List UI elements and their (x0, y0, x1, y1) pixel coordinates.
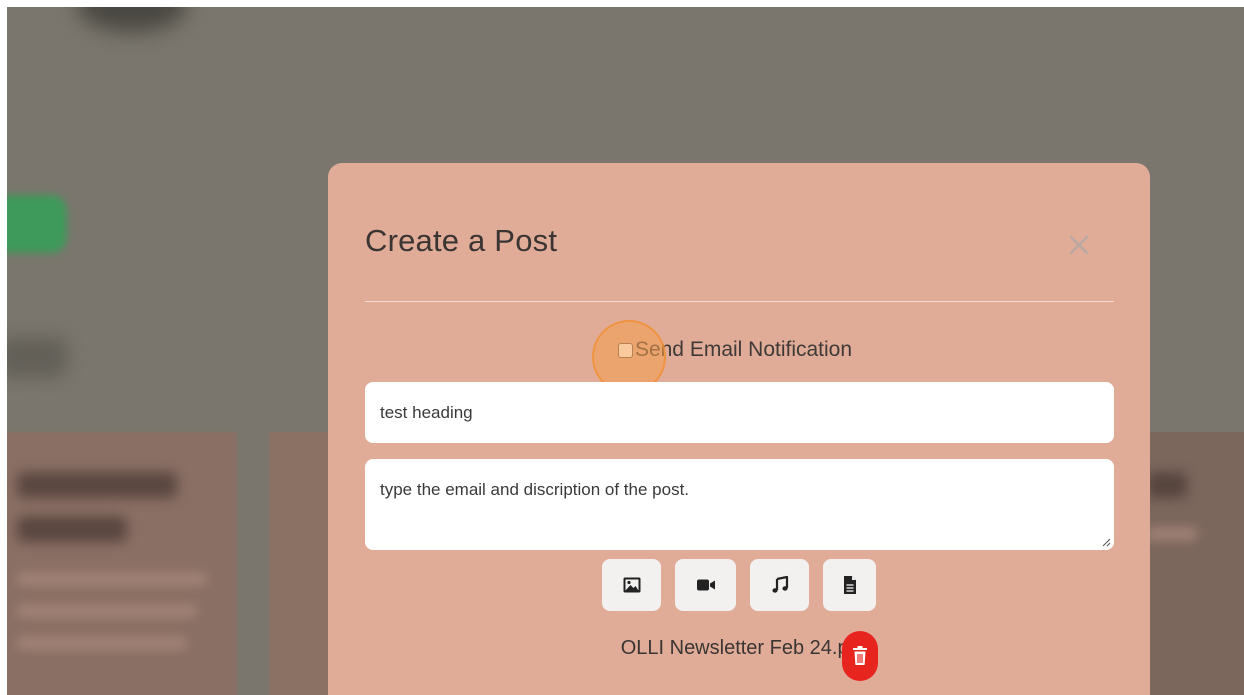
modal-divider (365, 301, 1114, 302)
attachment-item: OLLI Newsletter Feb 24.pdf (328, 637, 1150, 660)
attachment-filename: OLLI Newsletter Feb 24.pdf (620, 637, 866, 659)
email-notification-toggle[interactable]: Send Email Notification (617, 338, 853, 362)
post-heading-value: test heading (380, 402, 473, 422)
resize-grip-icon[interactable] (1101, 537, 1111, 547)
media-toolbar (328, 559, 1150, 611)
trash-icon (853, 646, 867, 665)
remove-attachment-button[interactable] (842, 631, 878, 681)
background-label (7, 337, 67, 377)
modal-title: Create a Post (365, 223, 558, 258)
post-description-value: type the email and discription of the po… (380, 480, 690, 499)
page-viewport: Create a Post Send Email Notification te… (7, 7, 1244, 695)
post-heading-input[interactable]: test heading (365, 382, 1114, 443)
email-notification-label: Send Email Notification (634, 338, 853, 361)
create-post-modal: Create a Post Send Email Notification te… (328, 163, 1150, 695)
background-green-button (7, 195, 67, 253)
add-document-button[interactable] (823, 559, 876, 611)
close-icon (1069, 235, 1089, 254)
email-notification-row: Send Email Notification (328, 338, 1150, 364)
background-logo (77, 7, 187, 32)
post-description-textarea[interactable]: type the email and discription of the po… (365, 459, 1114, 550)
background-card (1137, 432, 1244, 695)
image-icon (623, 577, 640, 593)
document-icon (843, 576, 856, 594)
video-icon (696, 579, 715, 591)
background-card (7, 432, 237, 695)
email-notification-checkbox[interactable] (617, 342, 633, 358)
add-audio-button[interactable] (750, 559, 809, 611)
add-video-button[interactable] (675, 559, 736, 611)
add-image-button[interactable] (602, 559, 661, 611)
close-button[interactable] (1058, 225, 1100, 267)
music-icon (771, 575, 788, 593)
